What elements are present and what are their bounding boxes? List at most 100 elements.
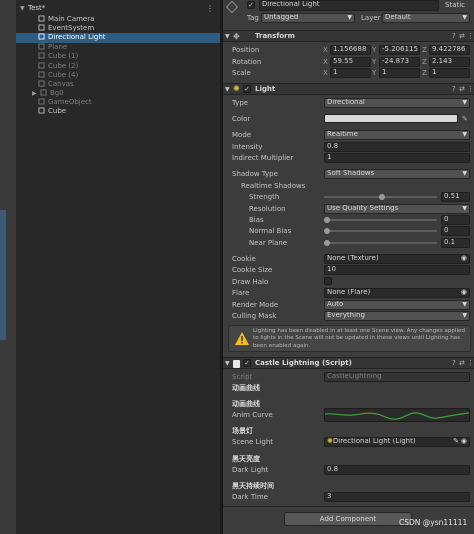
render-mode-label: Render Mode: [232, 301, 279, 309]
mode-dropdown[interactable]: Realtime ▼: [324, 130, 470, 140]
bias-slider-track[interactable]: [324, 219, 437, 221]
rotation-x-field[interactable]: 59.55: [330, 57, 371, 67]
position-y-field[interactable]: -5.206115: [379, 45, 420, 55]
transform-header[interactable]: ▼ ✥ Transform ? ⇄ ⋮: [223, 30, 474, 42]
help-icon[interactable]: ?: [452, 32, 456, 40]
help-icon[interactable]: ?: [452, 359, 456, 367]
object-name-field[interactable]: Directional Light: [259, 0, 439, 11]
hierarchy-item[interactable]: Cube (1): [16, 52, 220, 62]
hierarchy-item-label: GameObject: [48, 98, 92, 106]
divider: [223, 506, 474, 507]
axis-label[interactable]: Z: [422, 57, 427, 67]
add-component-button[interactable]: Add Component: [284, 512, 412, 526]
axis-label[interactable]: Z: [422, 45, 427, 55]
object-picker-icon[interactable]: ◉: [461, 289, 467, 297]
near-plane-field[interactable]: 0.1: [441, 238, 470, 248]
expand-arrow-icon[interactable]: ▼: [225, 33, 230, 40]
near-plane-slider-track[interactable]: [324, 242, 437, 244]
help-icon[interactable]: ?: [452, 85, 456, 93]
axis-label[interactable]: X: [323, 45, 328, 55]
dark-time-field[interactable]: 3: [324, 492, 470, 502]
script-header[interactable]: ▼ ✓ Castle Lightning (Script) ? ⇄ ⋮: [223, 357, 474, 369]
settings-icon[interactable]: ⇄: [459, 32, 465, 40]
axis-label[interactable]: Y: [372, 57, 376, 67]
gameobject-icon: [38, 98, 45, 105]
more-icon[interactable]: ⋮: [467, 359, 474, 367]
strength-slider-knob[interactable]: [378, 194, 385, 200]
type-dropdown[interactable]: Directional ▼: [324, 98, 470, 108]
rotation-z-field[interactable]: 2.143: [429, 57, 470, 67]
axis-label[interactable]: Y: [372, 68, 376, 78]
flare-field[interactable]: None (Flare) ◉: [324, 288, 470, 298]
light-title: Light: [255, 85, 276, 93]
inspector-panel: ✓ Directional Light Static Tag Untagged ▼…: [223, 0, 474, 534]
normal-bias-slider-knob[interactable]: [324, 228, 330, 234]
settings-icon[interactable]: ⇄: [459, 359, 465, 367]
static-label[interactable]: Static: [445, 0, 465, 10]
object-picker-icon[interactable]: ◉: [461, 255, 467, 263]
tag-dropdown[interactable]: Untagged ▼: [261, 13, 355, 23]
scale-y-field[interactable]: 1: [379, 68, 420, 78]
layer-label: Layer: [361, 14, 381, 22]
anim-curve-field[interactable]: [324, 408, 470, 422]
near-plane-slider-knob[interactable]: [324, 240, 330, 246]
layer-dropdown[interactable]: Default ▼: [382, 13, 470, 23]
shadow-type-dropdown[interactable]: Soft Shadows ▼: [324, 169, 470, 179]
position-x-field[interactable]: 1.156688: [330, 45, 371, 55]
resolution-value: Use Quality Settings: [327, 204, 399, 212]
script-title: Castle Lightning (Script): [255, 359, 352, 367]
dark-light-field[interactable]: 0.8: [324, 465, 470, 475]
more-icon[interactable]: ⋮: [467, 32, 474, 40]
cookie-field[interactable]: None (Texture) ◉: [324, 254, 470, 264]
color-swatch[interactable]: [324, 114, 458, 123]
light-enabled-checkbox[interactable]: ✓: [243, 85, 251, 93]
gameobject-icon: [38, 52, 45, 59]
intensity-field[interactable]: 0.8: [324, 142, 470, 152]
hierarchy-item[interactable]: Directional Light: [16, 33, 220, 43]
strength-field[interactable]: 0.51: [441, 192, 470, 202]
axis-label[interactable]: X: [323, 68, 328, 78]
anim-curve-label: Anim Curve: [232, 411, 273, 419]
scale-z-field[interactable]: 1: [429, 68, 470, 78]
scene-light-field[interactable]: ✺Directional Light (Light) ✎ ◉: [324, 437, 470, 447]
active-checkbox[interactable]: ✓: [247, 1, 255, 9]
eyedropper-icon[interactable]: ✎: [453, 438, 459, 446]
more-icon[interactable]: ⋮: [467, 85, 474, 93]
render-mode-dropdown[interactable]: Auto ▼: [324, 300, 470, 310]
resolution-dropdown[interactable]: Use Quality Settings ▼: [324, 204, 470, 214]
dark-time-label: Dark Time: [232, 493, 268, 501]
eyedropper-icon[interactable]: ✎: [462, 115, 468, 123]
position-z-field[interactable]: 9.422786: [429, 45, 470, 55]
bias-slider-knob[interactable]: [324, 217, 330, 223]
gameobject-icon: [38, 24, 45, 31]
object-picker-icon[interactable]: ◉: [461, 438, 467, 446]
indirect-multiplier-field[interactable]: 1: [324, 153, 470, 163]
cookie-size-field[interactable]: 10: [324, 265, 470, 275]
axis-label[interactable]: Z: [422, 68, 427, 78]
hierarchy-item[interactable]: Cube: [16, 107, 220, 117]
rotation-y-field[interactable]: -24.873: [379, 57, 420, 67]
light-header[interactable]: ▼ ✺ ✓ Light ? ⇄ ⋮: [223, 83, 474, 95]
expand-arrow-icon[interactable]: ▼: [20, 4, 28, 14]
draw-halo-checkbox[interactable]: [324, 277, 332, 285]
indirect-multiplier-label: Indirect Multiplier: [232, 154, 294, 162]
axis-label[interactable]: Y: [372, 45, 376, 55]
axis-label[interactable]: X: [323, 57, 328, 67]
expand-arrow-icon[interactable]: ▼: [225, 86, 230, 93]
scale-x-field[interactable]: 1: [330, 68, 371, 78]
expand-arrow-icon[interactable]: ▼: [225, 360, 230, 367]
script-enabled-checkbox[interactable]: ✓: [243, 359, 251, 367]
scene-name: Test*: [28, 4, 46, 12]
normal-bias-slider-track[interactable]: [324, 230, 437, 232]
bias-field[interactable]: 0: [441, 215, 470, 225]
hierarchy-item-label: Cube (1): [48, 52, 79, 60]
normal-bias-field[interactable]: 0: [441, 226, 470, 236]
section-header-anim-2: 动画曲线: [232, 400, 260, 408]
mode-label: Mode: [232, 131, 252, 139]
more-icon[interactable]: ⋮: [206, 5, 214, 13]
layer-value: Default: [385, 13, 411, 21]
settings-icon[interactable]: ⇄: [459, 85, 465, 93]
culling-mask-value: Everything: [327, 311, 365, 319]
culling-mask-dropdown[interactable]: Everything ▼: [324, 311, 470, 321]
scene-root-row[interactable]: ▼ Test* ⋮: [16, 4, 220, 14]
